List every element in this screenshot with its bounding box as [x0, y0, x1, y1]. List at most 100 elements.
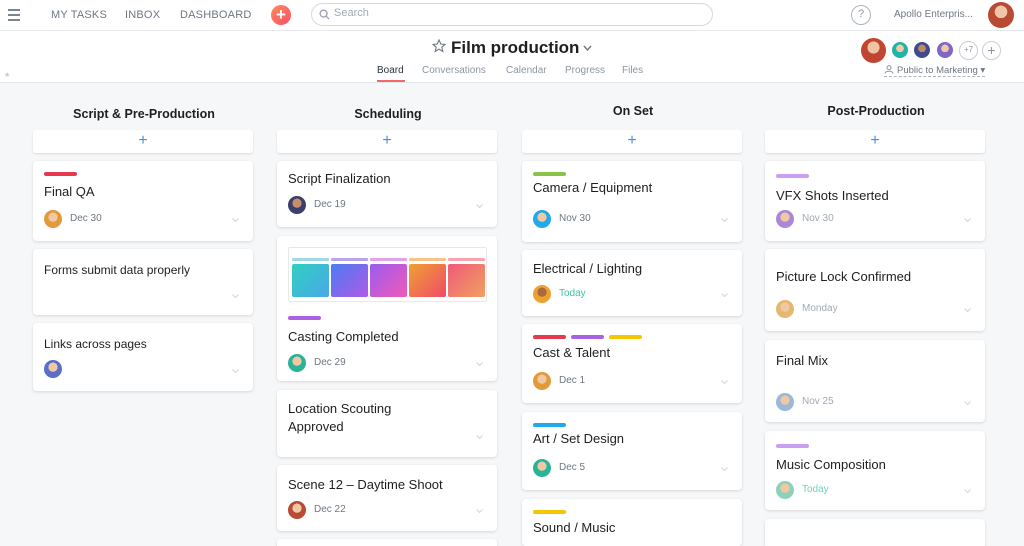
member-avatar[interactable]	[890, 40, 910, 60]
add-task-button[interactable]: +	[33, 130, 253, 153]
tab-calendar[interactable]: Calendar	[506, 65, 547, 76]
task-card[interactable]: Links across pages	[33, 323, 253, 391]
task-card[interactable]: Music Composition Today	[765, 431, 985, 510]
add-member-button[interactable]: +	[982, 41, 1001, 60]
assignee-avatar[interactable]	[776, 300, 794, 318]
task-card[interactable]: Sound / Music	[522, 499, 742, 546]
due-date[interactable]: Dec 19	[314, 199, 346, 210]
task-card[interactable]: Cast & Talent Dec 1	[522, 324, 742, 403]
due-date[interactable]: Nov 30	[802, 213, 834, 224]
thumbnail-bar	[292, 258, 329, 261]
due-date[interactable]: Dec 5	[559, 462, 585, 473]
task-card[interactable]: Electrical / Lighting Today	[522, 250, 742, 316]
due-date[interactable]: Nov 30	[559, 213, 591, 224]
chevron-down-icon[interactable]	[476, 435, 483, 439]
privacy-setting[interactable]: Public to Marketing ▾	[884, 65, 986, 77]
due-date[interactable]: Today	[559, 288, 586, 299]
due-date[interactable]: Today	[802, 484, 829, 495]
chevron-down-icon[interactable]	[721, 293, 728, 297]
hamburger-menu-icon[interactable]	[8, 9, 20, 21]
chevron-down-icon[interactable]	[232, 218, 239, 222]
due-date[interactable]: Dec 29	[314, 357, 346, 368]
task-card[interactable]: Final Mix Nov 25	[765, 340, 985, 422]
task-card[interactable]: VFX Shots Inserted Nov 30	[765, 161, 985, 241]
tag-red	[533, 335, 566, 339]
task-card[interactable]: Scene 12 – Daytime Shoot Dec 22	[277, 465, 497, 531]
project-owner-avatar[interactable]	[859, 36, 888, 65]
chevron-down-icon[interactable]	[964, 218, 971, 222]
due-date[interactable]: Monday	[802, 303, 838, 314]
chevron-down-icon[interactable]	[232, 369, 239, 373]
tab-conversations[interactable]: Conversations	[422, 65, 486, 76]
nav-inbox[interactable]: INBOX	[125, 9, 160, 21]
chevron-down-icon[interactable]	[721, 467, 728, 471]
quick-add-button[interactable]: +	[271, 5, 291, 25]
chevron-down-icon[interactable]	[964, 489, 971, 493]
assignee-avatar[interactable]	[44, 360, 62, 378]
chevron-down-icon[interactable]	[476, 509, 483, 513]
sidebar-star-icon: ★	[4, 72, 11, 79]
chevron-down-icon[interactable]	[721, 218, 728, 222]
assignee-avatar[interactable]	[533, 372, 551, 390]
thumbnail-tile	[370, 264, 407, 297]
task-card[interactable]	[765, 519, 985, 546]
task-title: Cast & Talent	[533, 345, 611, 360]
chevron-down-icon[interactable]	[476, 204, 483, 208]
tag-yellow	[533, 510, 566, 514]
due-date[interactable]: Dec 1	[559, 375, 585, 386]
task-title: VFX Shots Inserted	[776, 188, 889, 203]
assignee-avatar[interactable]	[776, 393, 794, 411]
chevron-down-icon[interactable]	[232, 294, 239, 298]
chevron-down-icon[interactable]	[721, 380, 728, 384]
assignee-avatar[interactable]	[288, 196, 306, 214]
task-card[interactable]: Final QA Dec 30	[33, 161, 253, 241]
assignee-avatar[interactable]	[288, 354, 306, 372]
due-date[interactable]: Nov 25	[802, 396, 834, 407]
task-card[interactable]: Location Scouting Approved	[277, 390, 497, 457]
column-title: Scheduling	[354, 107, 422, 121]
organization-name[interactable]: Apollo Enterpris...	[894, 9, 978, 20]
due-date[interactable]: Dec 30	[70, 213, 102, 224]
task-card[interactable]: Camera / Equipment Nov 30	[522, 161, 742, 242]
add-task-button[interactable]: +	[522, 130, 742, 153]
task-card[interactable]: Art / Set Design Dec 5	[522, 412, 742, 490]
search-input[interactable]	[334, 7, 694, 19]
task-title: Art / Set Design	[533, 431, 625, 446]
tab-board[interactable]: Board	[377, 65, 404, 76]
tab-files[interactable]: Files	[622, 65, 643, 76]
assignee-avatar[interactable]	[44, 210, 62, 228]
assignee-avatar[interactable]	[533, 285, 551, 303]
favorite-star-icon[interactable]	[432, 39, 446, 53]
assignee-avatar[interactable]	[776, 481, 794, 499]
task-card[interactable]: Script Finalization Dec 19	[277, 161, 497, 227]
task-card[interactable]: Forms submit data properly	[33, 249, 253, 315]
tab-progress[interactable]: Progress	[565, 65, 605, 76]
project-title[interactable]: Film production	[451, 38, 579, 58]
assignee-avatar[interactable]	[533, 210, 551, 228]
due-date[interactable]: Dec 22	[314, 504, 346, 515]
chevron-down-icon[interactable]	[964, 308, 971, 312]
user-avatar[interactable]	[988, 2, 1014, 28]
tag-list	[533, 172, 571, 177]
add-task-button[interactable]: +	[277, 130, 497, 153]
attachment-thumbnail[interactable]	[288, 247, 487, 302]
chevron-down-icon[interactable]	[476, 362, 483, 366]
task-card[interactable]	[277, 539, 497, 546]
add-task-button[interactable]: +	[765, 130, 985, 153]
nav-dashboard[interactable]: DASHBOARD	[180, 9, 251, 21]
chevron-down-icon[interactable]	[583, 45, 592, 51]
nav-my-tasks[interactable]: MY TASKS	[51, 9, 107, 21]
help-button[interactable]: ?	[851, 5, 871, 25]
member-overflow-count[interactable]: +7	[959, 41, 978, 60]
chevron-down-icon[interactable]	[964, 401, 971, 405]
member-avatar[interactable]	[912, 40, 932, 60]
member-avatar[interactable]	[935, 40, 955, 60]
tag-list	[776, 174, 814, 179]
assignee-avatar[interactable]	[288, 501, 306, 519]
search-bar[interactable]	[311, 3, 713, 26]
task-title: Final QA	[44, 184, 95, 199]
task-card[interactable]: Casting Completed Dec 29	[277, 236, 497, 381]
assignee-avatar[interactable]	[776, 210, 794, 228]
assignee-avatar[interactable]	[533, 459, 551, 477]
task-card[interactable]: Picture Lock Confirmed Monday	[765, 249, 985, 331]
